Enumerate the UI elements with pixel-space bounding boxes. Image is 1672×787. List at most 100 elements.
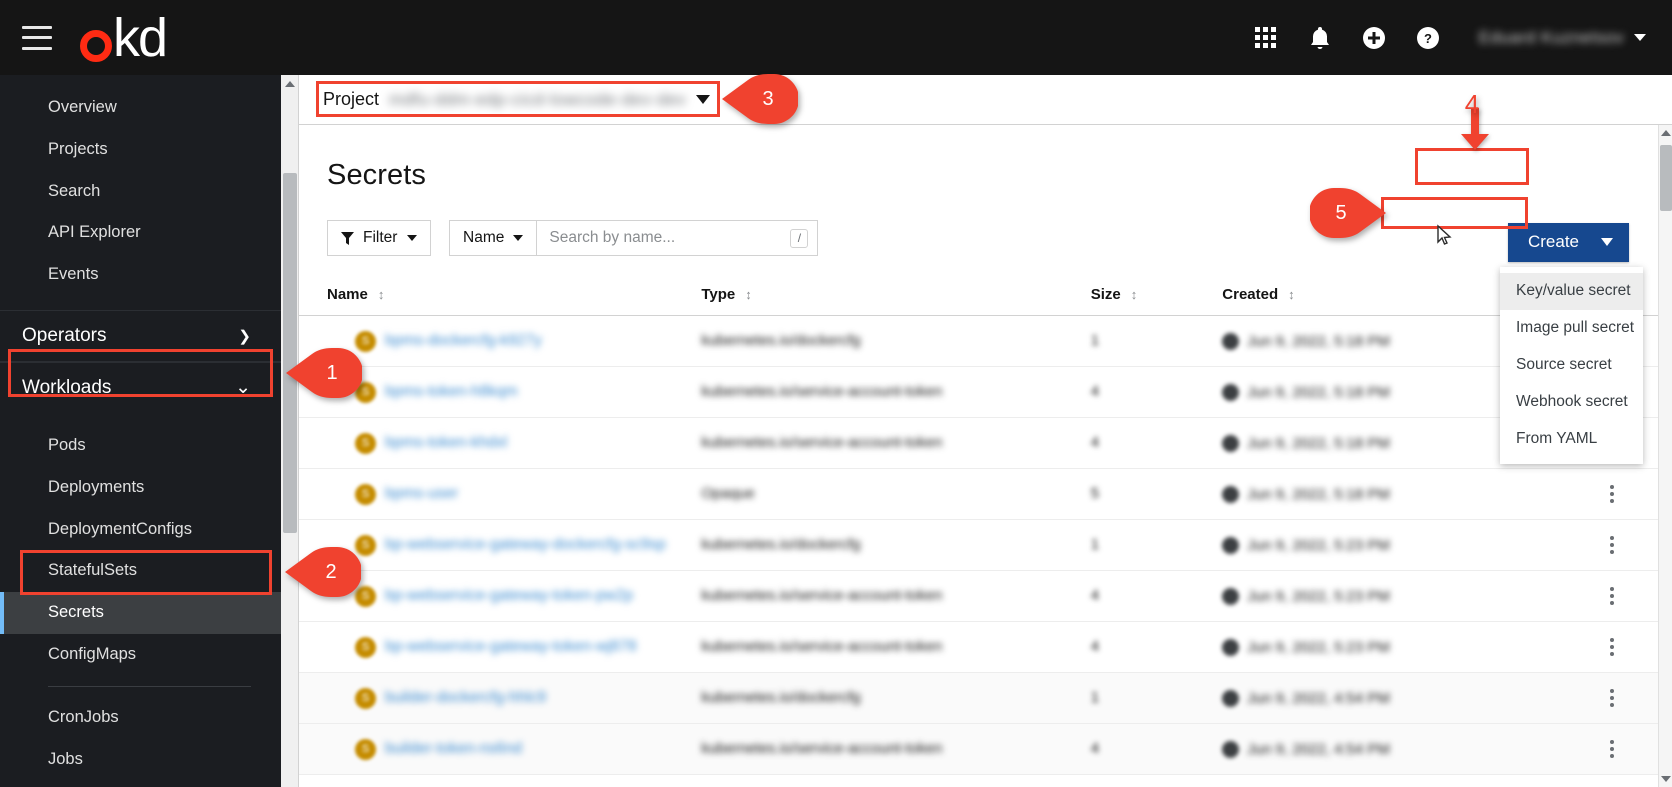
column-header-name[interactable]: Name ↕	[299, 278, 702, 316]
sidebar-item-api-explorer[interactable]: API Explorer	[0, 212, 281, 254]
menu-item-webhook-secret[interactable]: Webhook secret	[1500, 384, 1643, 421]
table-row[interactable]: Sbpms-user Opaque 5 Jun 9, 2022, 5:18 PM	[299, 468, 1672, 520]
user-menu[interactable]: Eduard Kuznetsov	[1479, 28, 1646, 48]
secret-name-link[interactable]: bp-webservice-gateway-token-wj878	[385, 638, 637, 656]
sidebar-item-label: Search	[48, 181, 101, 200]
secret-created-value: Jun 9, 2022, 5:18 PM	[1247, 383, 1390, 401]
secret-name-link[interactable]: bp-webservice-gateway-token-pw2p	[385, 587, 633, 605]
secret-size-value: 4	[1090, 740, 1100, 757]
hamburger-icon[interactable]	[22, 25, 52, 50]
sidebar-item-deploymentconfigs[interactable]: DeploymentConfigs	[0, 509, 281, 551]
sidebar-item-daemonsets[interactable]: DaemonSets	[0, 780, 281, 787]
sidebar-item-overview[interactable]: Overview	[0, 87, 281, 129]
sort-icon[interactable]: ↕	[378, 288, 385, 301]
sidebar-item-cronjobs[interactable]: CronJobs	[0, 697, 281, 739]
bell-icon[interactable]	[1307, 25, 1333, 51]
content-scrollbar[interactable]	[1658, 125, 1672, 787]
chevron-right-icon: ❯	[238, 327, 251, 345]
sidebar-item-label: Projects	[48, 139, 108, 158]
column-header-size[interactable]: Size ↕	[1090, 278, 1223, 316]
secret-created-value: Jun 9, 2022, 5:18 PM	[1247, 434, 1390, 452]
kebab-menu-icon[interactable]	[1551, 638, 1672, 656]
project-value: mdfu-ddm-edp-cicd-lowcode-dev-dev	[389, 89, 687, 109]
table-row[interactable]: Sbpms-dockercfg-k927y kubernetes.io/docke…	[299, 315, 1672, 367]
table-row[interactable]: Sbpms-token-h8kqm kubernetes.io/service-a…	[299, 366, 1672, 418]
secret-name-link[interactable]: bpms-user	[385, 485, 458, 503]
help-circle-icon[interactable]: ?	[1415, 25, 1441, 51]
sort-icon[interactable]: ↕	[745, 288, 752, 301]
table-row[interactable]: Sbuilder-dockercfg-hhlc9 kubernetes.io/do…	[299, 672, 1672, 724]
create-button[interactable]: Create	[1507, 223, 1629, 262]
kebab-menu-icon[interactable]	[1551, 536, 1672, 554]
sidebar-item-statefulsets[interactable]: StatefulSets	[0, 550, 281, 592]
secret-name-link[interactable]: bpms-token-h8kqm	[385, 383, 518, 401]
column-header-type[interactable]: Type ↕	[701, 278, 1091, 316]
cell-type: kubernetes.io/service-account-token	[701, 621, 1091, 673]
table-row[interactable]: Sbp-webservice-gateway-token-pw2p kuberne…	[299, 570, 1672, 622]
secret-name-link[interactable]: builder-token-ns6nd	[385, 740, 522, 758]
menu-item-source-secret[interactable]: Source secret	[1500, 347, 1643, 384]
sort-icon[interactable]: ↕	[1131, 288, 1138, 301]
secret-name-link[interactable]: bp-webservice-gateway-dockercfg-sc9sp	[385, 536, 666, 554]
sidebar-item-projects[interactable]: Projects	[0, 129, 281, 171]
sidebar-divider	[48, 685, 251, 687]
okd-logo[interactable]: kd	[80, 11, 168, 65]
project-selector[interactable]: Project mdfu-ddm-edp-cicd-lowcode-dev-de…	[315, 84, 720, 115]
table-row[interactable]: Sbp-webservice-gateway-token-wj878 kubern…	[299, 621, 1672, 673]
scroll-up-arrow-icon[interactable]	[1661, 130, 1671, 136]
table-body: Sbpms-dockercfg-k927y kubernetes.io/docke…	[299, 315, 1672, 775]
table-row[interactable]: Sbp-webservice-gateway-dockercfg-sc9sp ku…	[299, 519, 1672, 571]
sidebar-item-secrets[interactable]: Secrets	[0, 592, 281, 634]
sidebar-section-workloads[interactable]: Workloads ⌄	[0, 361, 281, 413]
page-scrollbar[interactable]	[281, 75, 299, 787]
kebab-menu-icon[interactable]	[1551, 587, 1672, 605]
sidebar-item-label: CronJobs	[48, 707, 119, 726]
filter-dropdown[interactable]: Filter	[327, 220, 431, 256]
clock-icon	[1222, 689, 1240, 707]
cell-name: Sbpms-user	[299, 468, 702, 520]
search-attribute-dropdown[interactable]: Name	[449, 220, 538, 256]
menu-item-image-pull-secret[interactable]: Image pull secret	[1500, 310, 1643, 347]
svg-text:?: ?	[1424, 31, 1432, 46]
sidebar-item-search[interactable]: Search	[0, 171, 281, 213]
cell-type: kubernetes.io/service-account-token	[701, 366, 1091, 418]
sidebar-item-configmaps[interactable]: ConfigMaps	[0, 634, 281, 676]
secret-name-link[interactable]: builder-dockercfg-hhlc9	[385, 689, 546, 707]
sidebar-item-jobs[interactable]: Jobs	[0, 739, 281, 781]
plus-circle-icon[interactable]	[1361, 25, 1387, 51]
secret-name-link[interactable]: bpms-token-khdxl	[385, 434, 507, 452]
content-scrollbar-thumb[interactable]	[1660, 145, 1672, 211]
chevron-down-icon	[513, 235, 524, 241]
menu-item-from-yaml[interactable]: From YAML	[1500, 421, 1643, 458]
column-label: Type	[701, 286, 736, 303]
cell-name: Sbuilder-token-ns6nd	[299, 723, 702, 775]
project-label: Project	[323, 89, 380, 109]
masthead-actions: ? Eduard Kuznetsov	[1253, 25, 1672, 51]
callout-number: 2	[325, 560, 337, 583]
scroll-up-arrow-icon[interactable]	[285, 81, 295, 87]
search-input[interactable]	[549, 229, 791, 247]
cell-created: Jun 9, 2022, 4:54 PM	[1222, 672, 1552, 724]
cell-size: 4	[1090, 570, 1223, 622]
cell-type: kubernetes.io/dockercfg	[701, 315, 1091, 367]
apps-grid-icon[interactable]	[1253, 25, 1279, 51]
sidebar-section-operators[interactable]: Operators ❯	[0, 309, 281, 362]
sidebar-item-label: Deployments	[48, 477, 145, 496]
scroll-down-arrow-icon[interactable]	[1661, 776, 1671, 782]
menu-item-key-value-secret[interactable]: Key/value secret	[1500, 273, 1643, 310]
kebab-menu-icon[interactable]	[1551, 485, 1672, 503]
table-row[interactable]: Sbuilder-token-ns6nd kubernetes.io/servic…	[299, 723, 1672, 775]
sort-icon[interactable]: ↕	[1288, 288, 1295, 301]
kebab-menu-icon[interactable]	[1551, 740, 1672, 758]
search-input-wrap[interactable]: /	[537, 220, 819, 256]
sidebar-item-events[interactable]: Events	[0, 254, 281, 296]
secret-resource-icon: S	[355, 483, 376, 505]
cell-size: 1	[1090, 315, 1223, 367]
kebab-menu-icon[interactable]	[1551, 689, 1672, 707]
cell-type: kubernetes.io/service-account-token	[701, 417, 1091, 469]
secret-name-link[interactable]: bpms-dockercfg-k927y	[385, 332, 542, 350]
funnel-icon	[341, 231, 354, 245]
sidebar-item-pods[interactable]: Pods	[0, 425, 281, 467]
sidebar-item-deployments[interactable]: Deployments	[0, 467, 281, 509]
table-row[interactable]: Sbpms-token-khdxl kubernetes.io/service-a…	[299, 417, 1672, 469]
